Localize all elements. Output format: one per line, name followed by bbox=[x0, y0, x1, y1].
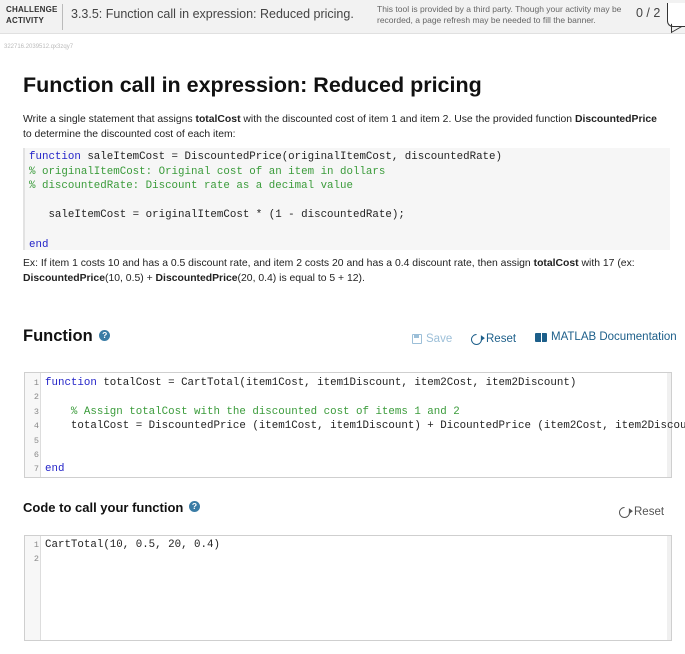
documentation-label: MATLAB Documentation bbox=[551, 331, 677, 343]
code-editor-line[interactable]: 7 end bbox=[25, 462, 671, 476]
instructions-bold: totalCost bbox=[195, 114, 241, 125]
code-keyword: end bbox=[45, 463, 65, 476]
completion-flag-icon bbox=[667, 3, 685, 27]
call-code-editor[interactable]: 1 CartTotal(10, 0.5, 20, 0.4) 2 bbox=[24, 535, 672, 641]
code-editor-line[interactable]: 1 CartTotal(10, 0.5, 20, 0.4) bbox=[25, 538, 671, 552]
line-number: 2 bbox=[33, 554, 39, 565]
example-text: Ex: If item 1 costs 10 and has a 0.5 dis… bbox=[23, 257, 668, 286]
line-number: 1 bbox=[33, 540, 39, 550]
save-label: Save bbox=[426, 333, 453, 345]
save-button[interactable]: Save bbox=[412, 333, 452, 345]
code-editor-line[interactable]: 5 bbox=[25, 434, 671, 448]
code-editor-line[interactable]: 2 bbox=[25, 552, 671, 566]
code-editor-text[interactable]: totalCost = DiscountedPrice (item1Cost, … bbox=[45, 419, 685, 433]
example-bold: totalCost bbox=[533, 258, 579, 269]
code-text: totalCost = DiscountedPrice (item1Cost, … bbox=[45, 420, 685, 433]
reset-call-button[interactable]: Reset bbox=[616, 504, 665, 520]
reset-label: Reset bbox=[634, 506, 665, 518]
code-keyword: end bbox=[29, 238, 49, 251]
call-code-heading-text: Code to call your function bbox=[23, 500, 184, 515]
instructions-text: to determine the discounted cost of each… bbox=[23, 128, 236, 140]
code-text: totalCost = CartTotal(item1Cost, item1Di… bbox=[96, 377, 577, 389]
provided-function-code: function saleItemCost = DiscountedPrice(… bbox=[23, 148, 670, 251]
activity-title: 3.3.5: Function call in expression: Redu… bbox=[71, 7, 354, 21]
reset-icon bbox=[468, 331, 485, 347]
line-number: 3 bbox=[33, 406, 39, 417]
instructions: Write a single statement that assigns to… bbox=[23, 113, 663, 142]
code-editor-line[interactable]: 2 bbox=[25, 390, 671, 404]
code-line: saleItemCost = DiscountedPrice(originalI… bbox=[80, 151, 502, 163]
matlab-documentation-link[interactable]: MATLAB Documentation bbox=[535, 331, 677, 343]
help-icon[interactable]: ? bbox=[188, 501, 200, 512]
function-heading-text: Function bbox=[23, 327, 93, 345]
reset-label: Reset bbox=[486, 333, 517, 345]
line-number: 5 bbox=[33, 435, 39, 446]
code-editor-line[interactable]: 6 bbox=[25, 448, 671, 462]
line-number: 4 bbox=[33, 421, 39, 432]
function-code-editor[interactable]: 1 function totalCost = CartTotal(item1Cos… bbox=[24, 372, 685, 478]
instructions-text: Write a single statement that assigns bbox=[23, 114, 196, 125]
activity-type-line2: ACTIVITY bbox=[6, 16, 45, 25]
reset-icon bbox=[616, 504, 633, 520]
code-editor-line[interactable]: 4 totalCost = DiscountedPrice (item1Cost… bbox=[25, 419, 685, 433]
instructions-text: with the discounted cost of item 1 and i… bbox=[240, 114, 575, 125]
line-number: 1 bbox=[33, 378, 39, 388]
line-number: 7 bbox=[33, 464, 39, 475]
code-keyword: function bbox=[29, 151, 81, 163]
activity-banner: CHALLENGE ACTIVITY 3.3.5: Function call … bbox=[0, 0, 685, 34]
code-keyword: function bbox=[45, 377, 97, 389]
code-comment: % discountedRate: Discount rate as a dec… bbox=[29, 180, 353, 193]
call-code-heading: Code to call your function ? bbox=[23, 500, 200, 515]
activity-type-line1: CHALLENGE bbox=[6, 5, 58, 14]
page-title: Function call in expression: Reduced pri… bbox=[23, 73, 482, 97]
example-text-part: (20, 0.4) is equal to 5 + 12). bbox=[237, 272, 365, 284]
code-editor-line[interactable]: 3 % Assign totalCost with the discounted… bbox=[25, 405, 671, 419]
example-bold: DiscountedPrice bbox=[23, 272, 105, 284]
example-text-part: with 17 (ex: bbox=[578, 258, 635, 269]
banner-divider bbox=[62, 4, 63, 30]
code-editor-line[interactable]: 1 function totalCost = CartTotal(item1Cos… bbox=[25, 376, 671, 390]
code-line: saleItemCost = originalItemCost * (1 - d… bbox=[29, 209, 405, 222]
example-text-part: (10, 0.5) + bbox=[105, 272, 156, 284]
line-number: 6 bbox=[33, 449, 39, 460]
example-bold: DiscountedPrice bbox=[155, 272, 238, 284]
activity-id: 322716.2039512.qx3zqy7 bbox=[4, 44, 74, 50]
code-editor-text[interactable]: CartTotal(10, 0.5, 20, 0.4) bbox=[45, 538, 220, 552]
score-counter: 0 / 2 bbox=[636, 6, 661, 20]
activity-type-label: CHALLENGE ACTIVITY bbox=[6, 4, 58, 26]
line-number: 2 bbox=[33, 392, 39, 403]
code-editor-text[interactable]: end bbox=[45, 462, 64, 476]
example-text-part: Ex: If item 1 costs 10 and has a 0.5 dis… bbox=[23, 258, 534, 269]
code-comment: % originalItemCost: Original cost of an … bbox=[29, 165, 386, 178]
save-icon bbox=[412, 334, 422, 344]
reset-function-button[interactable]: Reset bbox=[468, 331, 517, 347]
book-icon bbox=[535, 332, 547, 342]
code-editor-text[interactable]: % Assign totalCost with the discounted c… bbox=[45, 405, 460, 419]
code-editor-text[interactable]: function totalCost = CartTotal(item1Cost… bbox=[45, 376, 576, 390]
code-comment: % Assign totalCost with the discounted c… bbox=[70, 405, 460, 418]
function-heading: Function ? bbox=[23, 327, 111, 346]
third-party-note: This tool is provided by a third party. … bbox=[377, 4, 622, 25]
help-icon[interactable]: ? bbox=[99, 330, 111, 341]
instructions-bold: DiscountedPrice bbox=[574, 114, 657, 125]
